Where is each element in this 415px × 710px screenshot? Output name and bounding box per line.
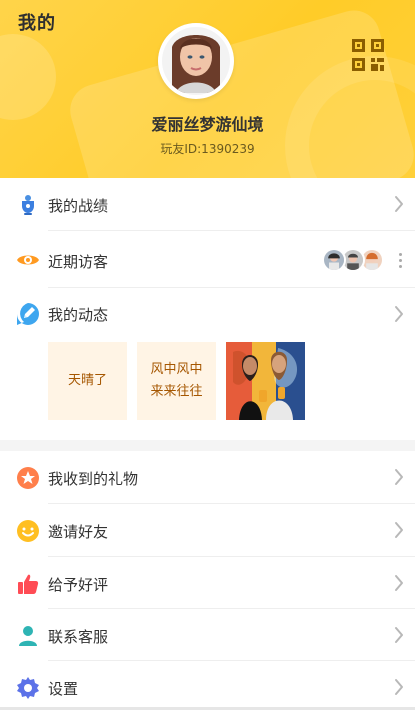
moment-text: 天晴了	[67, 373, 107, 388]
gear-icon	[16, 676, 40, 700]
qr-code-icon[interactable]	[351, 38, 385, 72]
username: 爱丽丝梦游仙境	[151, 115, 264, 134]
chevron-right-icon	[394, 574, 404, 592]
moment-text-line: 风中风中	[150, 362, 203, 377]
chevron-right-icon	[394, 626, 404, 644]
menu-label-contact-service: 联系客服	[48, 628, 109, 646]
chevron-right-icon	[394, 468, 404, 486]
menu-item-received-gifts[interactable]: 我收到的礼物	[0, 451, 415, 504]
chevron-right-icon	[394, 678, 404, 696]
menu-item-settings[interactable]: 设置	[0, 661, 415, 710]
moments-preview: 天晴了 风中风中 来来往往	[0, 336, 415, 440]
customer-service-icon	[16, 624, 40, 648]
menu-label-my-moments: 我的动态	[48, 306, 109, 324]
menu-label-battle-record: 我的战绩	[48, 197, 109, 215]
profile-page: 我的 爱丽丝梦游仙境 玩友ID:1390239 我的战绩 近期访客 我的动态 天…	[0, 0, 415, 710]
menu-label-give-rating: 给予好评	[48, 576, 109, 594]
moment-card[interactable]: 风中风中 来来往往	[137, 342, 216, 420]
trophy-icon	[16, 193, 40, 217]
user-id: 玩友ID:1390239	[160, 142, 255, 156]
more-options-icon[interactable]	[398, 253, 402, 269]
smile-icon	[16, 519, 40, 543]
menu-label-recent-visitors: 近期访客	[48, 253, 109, 271]
menu-item-recent-visitors[interactable]: 近期访客	[0, 231, 415, 288]
moment-text: 风中风中 来来往往	[150, 359, 202, 403]
menu-item-battle-record[interactable]: 我的战绩	[0, 178, 415, 231]
moment-text-line: 来来往往	[150, 384, 203, 399]
menu-item-give-rating[interactable]: 给予好评	[0, 557, 415, 609]
menu-item-invite-friends[interactable]: 邀请好友	[0, 504, 415, 557]
chevron-right-icon	[394, 305, 404, 323]
profile-menu: 我的战绩 近期访客 我的动态 天晴了 风中风中 来来往往 我收到的礼物 邀请好友…	[0, 178, 415, 710]
menu-item-contact-service[interactable]: 联系客服	[0, 609, 415, 661]
thumbs-up-icon	[16, 572, 40, 596]
star-icon	[16, 466, 40, 490]
visitor-avatar	[322, 248, 346, 272]
chevron-right-icon	[394, 195, 404, 213]
moment-photo[interactable]	[226, 342, 305, 420]
visitor-avatar-group[interactable]	[322, 248, 384, 272]
chevron-right-icon	[394, 521, 404, 539]
menu-label-received-gifts: 我收到的礼物	[48, 470, 139, 488]
menu-item-my-moments[interactable]: 我的动态	[0, 288, 415, 336]
moment-card[interactable]: 天晴了	[48, 342, 127, 420]
eye-icon	[16, 248, 40, 272]
section-gap	[0, 440, 415, 451]
profile-header: 我的 爱丽丝梦游仙境 玩友ID:1390239	[0, 0, 415, 178]
pencil-icon	[16, 302, 40, 326]
menu-label-settings: 设置	[48, 680, 79, 698]
user-avatar[interactable]	[158, 23, 234, 99]
page-title: 我的	[18, 13, 56, 34]
menu-label-invite-friends: 邀请好友	[48, 523, 109, 541]
